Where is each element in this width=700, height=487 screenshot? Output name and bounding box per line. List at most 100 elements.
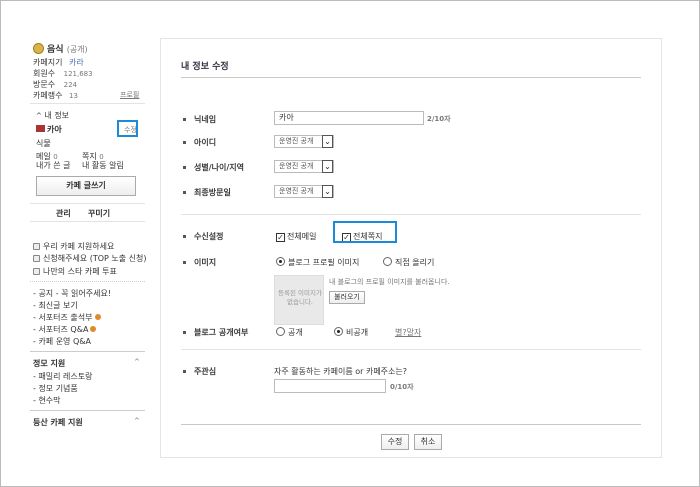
cafe-visibility: (공개) xyxy=(66,45,88,54)
chevron-up-icon[interactable]: ^ xyxy=(134,417,140,425)
blog-help-link[interactable]: 별?말자 xyxy=(395,327,421,338)
bullet xyxy=(183,141,186,144)
manager-value[interactable]: 카라 xyxy=(69,58,84,67)
menu-link-3[interactable]: - 서포터즈 출석부 xyxy=(33,312,101,323)
group-item-1[interactable]: - 패밀리 레스토랑 xyxy=(33,371,93,382)
nickname-label: 닉네임 xyxy=(194,115,217,124)
divider xyxy=(30,103,145,104)
divider xyxy=(30,281,145,282)
members-row: 회원수 121,683 xyxy=(33,68,93,79)
promo-link-label: 우리 카페 지원하세요 xyxy=(43,242,115,251)
group-item-label: 패밀리 레스토랑 xyxy=(38,372,93,381)
write-post-button[interactable]: 카페 글쓰기 xyxy=(36,176,136,196)
menu-link-2[interactable]: - 최신글 보기 xyxy=(33,300,78,311)
receive-mail-checkbox[interactable]: ✓ 전체메일 xyxy=(276,231,316,242)
title-divider xyxy=(181,77,641,78)
cafe-sidebar: 음식 (공개) 카페지기 카라 회원수 121,683 방문수 224 카페랭수… xyxy=(30,38,150,458)
select-value: 운영진 공개 xyxy=(279,187,314,195)
group-item-label: 정모 기념품 xyxy=(38,384,78,393)
blog-public-radio[interactable]: 공개 xyxy=(276,327,303,338)
bullet xyxy=(183,191,186,194)
members-label: 회원수 xyxy=(33,69,56,78)
nickname-count-value: 2/10자 xyxy=(427,115,451,123)
section-divider xyxy=(181,214,641,215)
level-value: 13 xyxy=(69,92,78,100)
image-placeholder-text: 등록된 이미지가 없습니다. xyxy=(278,289,322,306)
tab-manage[interactable]: 관리 xyxy=(56,208,71,219)
members-value: 121,683 xyxy=(63,70,93,78)
id-label: 아이디 xyxy=(194,138,217,147)
new-badge-icon xyxy=(90,326,97,332)
interest-input[interactable] xyxy=(274,379,386,393)
gender-visibility-select[interactable]: 운영진 공개 ⌄ xyxy=(274,160,334,173)
profile-link[interactable]: 프로필 xyxy=(120,90,139,100)
bullet xyxy=(183,261,186,264)
radio-selected-icon xyxy=(276,257,285,266)
last-visit-label: 최종방문일 xyxy=(194,188,231,197)
cafe-name-row[interactable]: 음식 (공개) xyxy=(33,42,88,55)
receive-mail-label: 전체메일 xyxy=(287,232,317,241)
interest-count: 0/10자 xyxy=(390,382,414,392)
promo-link-1[interactable]: 우리 카페 지원하세요 xyxy=(33,241,114,252)
promo-link-3[interactable]: 나만의 스타 카페 투표 xyxy=(33,266,117,277)
group-item-label: 현수막 xyxy=(38,396,61,405)
my-activity-link[interactable]: 내 활동 알림 xyxy=(82,160,124,171)
cancel-button[interactable]: 취소 xyxy=(414,434,442,450)
sidebar-nickname[interactable]: 카아 xyxy=(47,125,62,134)
divider xyxy=(30,410,145,411)
visitors-value: 224 xyxy=(63,81,78,89)
image-upload-radio[interactable]: 직접 올리기 xyxy=(383,257,434,268)
promo-link-2[interactable]: 신청해주세요 (TOP 노출 신청) xyxy=(33,253,146,264)
blog-private-label: 비공개 xyxy=(346,328,369,337)
group-title-hiking[interactable]: 등산 카페 지원 xyxy=(33,417,83,428)
image-note-text: 내 블로그의 프로필 이미지를 불러옵니다. xyxy=(329,278,450,286)
blog-visibility-label: 블로그 공개여부 xyxy=(194,328,249,337)
visitors-label: 방문수 xyxy=(33,80,56,89)
load-image-button[interactable]: 불러오기 xyxy=(329,291,365,304)
my-posts-link[interactable]: 내가 쓴 글 xyxy=(36,160,71,171)
menu-link-1[interactable]: - 공지 - 꼭 읽어주세요! xyxy=(33,288,111,299)
level-row: 카페랭수 13 xyxy=(33,90,78,101)
group-item-2[interactable]: - 정모 기념품 xyxy=(33,383,78,394)
tab-decorate[interactable]: 꾸미기 xyxy=(88,208,110,219)
group-item-3[interactable]: - 현수막 xyxy=(33,395,61,406)
bullet xyxy=(183,370,186,373)
bullet xyxy=(183,118,186,121)
bullet xyxy=(183,235,186,238)
bullet xyxy=(183,166,186,169)
receive-settings-label: 수신설정 xyxy=(194,232,224,241)
radio-empty-icon xyxy=(383,257,392,266)
submit-button[interactable]: 수정 xyxy=(381,434,409,450)
blog-public-label: 공개 xyxy=(288,328,303,337)
receive-note-highlight xyxy=(333,221,397,243)
cafe-coin-icon xyxy=(33,43,44,54)
image-upload-label: 직접 올리기 xyxy=(395,258,435,267)
menu-link-label: 최신글 보기 xyxy=(38,301,78,310)
menu-link-5[interactable]: - 카페 운영 Q&A xyxy=(33,336,91,347)
bullet xyxy=(183,331,186,334)
my-info-header[interactable]: ^ 내 정보 xyxy=(36,110,69,121)
divider xyxy=(30,221,145,222)
group-title-meetup[interactable]: 정모 지원 xyxy=(33,358,65,369)
divider xyxy=(30,203,145,204)
chevron-down-icon: ⌄ xyxy=(322,135,333,148)
image-blog-radio[interactable]: 블로그 프로필 이미지 xyxy=(276,257,359,268)
visitors-row: 방문수 224 xyxy=(33,79,77,90)
section-divider xyxy=(181,349,641,350)
blog-private-radio[interactable]: 비공개 xyxy=(334,327,368,338)
nickname-count: 2/10자 xyxy=(427,114,451,124)
last-visit-visibility-select[interactable]: 운영진 공개 ⌄ xyxy=(274,185,334,198)
nickname-row: 카아 xyxy=(36,124,62,135)
cafe-icon xyxy=(33,255,40,262)
id-visibility-select[interactable]: 운영진 공개 ⌄ xyxy=(274,135,334,148)
chevron-down-icon: ⌄ xyxy=(322,185,333,198)
chevron-up-icon[interactable]: ^ xyxy=(134,358,140,366)
menu-link-4[interactable]: - 서포터즈 Q&A xyxy=(33,324,97,335)
nickname-input[interactable]: 카아 xyxy=(274,111,424,125)
manager-label: 카페지기 xyxy=(33,58,63,67)
interest-label: 주관심 xyxy=(194,367,217,376)
cafe-name[interactable]: 음식 xyxy=(47,45,64,55)
profile-image-placeholder: 등록된 이미지가 없습니다. xyxy=(274,275,324,325)
image-label: 이미지 xyxy=(194,258,217,267)
chevron-down-icon: ⌄ xyxy=(322,160,333,173)
